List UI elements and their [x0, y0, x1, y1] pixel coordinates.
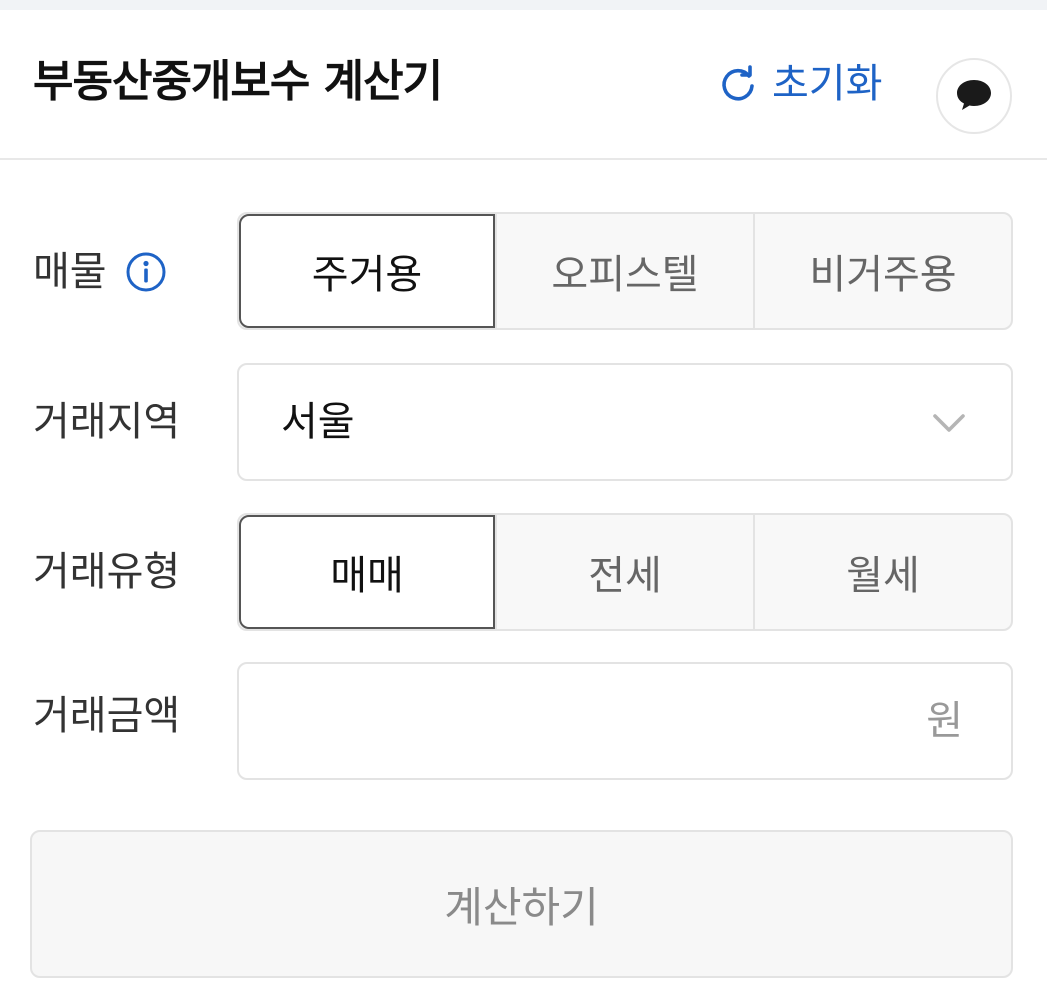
- deal-type-label: 거래유형: [33, 549, 181, 595]
- amount-field: 원: [237, 662, 1013, 780]
- region-select[interactable]: 서울: [237, 363, 1013, 481]
- amount-unit: 원: [926, 698, 963, 744]
- refresh-icon: [716, 62, 760, 106]
- calculate-button[interactable]: 계산하기: [30, 830, 1013, 978]
- deal-option-sale[interactable]: 매매: [239, 515, 495, 629]
- info-icon[interactable]: [125, 251, 167, 293]
- amount-input[interactable]: [269, 684, 893, 760]
- speech-bubble-icon: [954, 74, 994, 118]
- chevron-down-icon: [931, 405, 967, 441]
- top-divider: [0, 0, 1047, 10]
- region-label: 거래지역: [33, 399, 181, 445]
- region-select-value: 서울: [281, 399, 355, 445]
- property-label: 매물: [33, 249, 107, 295]
- page-title: 부동산중개보수 계산기: [33, 56, 443, 107]
- header: 부동산중개보수 계산기 초기화: [0, 10, 1047, 160]
- property-option-non-residential[interactable]: 비거주용: [753, 214, 1011, 328]
- deal-option-jeonse[interactable]: 전세: [495, 515, 753, 629]
- amount-label: 거래금액: [33, 693, 181, 739]
- reset-button[interactable]: 초기화: [716, 54, 882, 114]
- chat-button[interactable]: [936, 58, 1012, 134]
- property-option-residential[interactable]: 주거용: [239, 214, 495, 328]
- reset-label: 초기화: [772, 61, 883, 107]
- property-option-officetel[interactable]: 오피스텔: [495, 214, 753, 328]
- deal-type-selector: 매매 전세 월세: [237, 513, 1013, 631]
- property-label-group: 매물: [33, 242, 167, 302]
- deal-option-monthly-rent[interactable]: 월세: [753, 515, 1011, 629]
- property-type-selector: 주거용 오피스텔 비거주용: [237, 212, 1013, 330]
